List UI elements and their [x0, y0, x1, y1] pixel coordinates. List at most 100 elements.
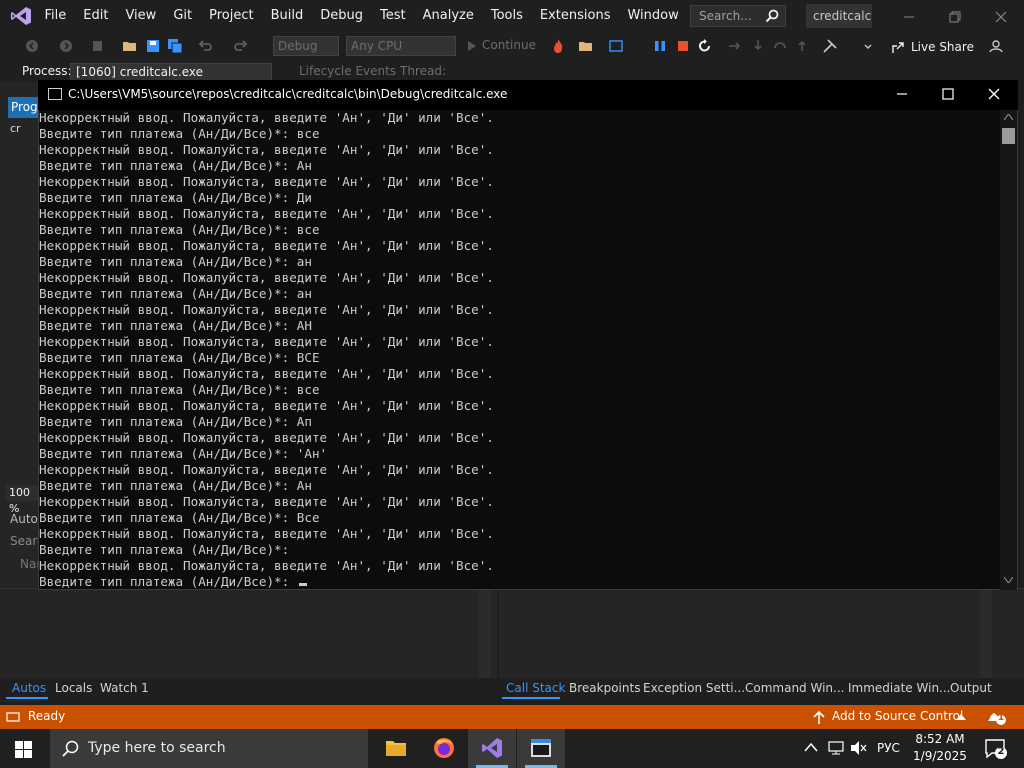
zoom-level[interactable]: 100 % [6, 485, 40, 515]
open-folder-icon[interactable] [122, 38, 138, 54]
console-line: Введите тип платежа (Ан/Ди/Все)*: ан [39, 286, 312, 301]
console-line: Некорректный ввод. Пожалуйста, введите '… [39, 270, 494, 285]
step-into-icon[interactable] [750, 38, 766, 54]
visual-studio-taskbar-button[interactable] [468, 729, 516, 768]
console-app-icon [531, 739, 551, 757]
step-out-icon[interactable] [794, 38, 810, 54]
tab-autos[interactable]: Autos [12, 681, 46, 695]
restore-icon [949, 11, 961, 23]
active-tab-indicator [6, 697, 48, 699]
search-placeholder: Search... [699, 9, 752, 23]
console-line: Некорректный ввод. Пожалуйста, введите '… [39, 526, 494, 541]
notification-count: 1 [997, 713, 1005, 723]
network-icon[interactable] [828, 740, 844, 756]
live-share-button[interactable]: Live Share [911, 40, 974, 54]
console-scroll-thumb[interactable] [1002, 128, 1015, 144]
feedback-icon[interactable] [988, 38, 1004, 54]
continue-play-icon[interactable] [464, 38, 480, 54]
scroll-down-icon[interactable] [1004, 577, 1013, 583]
restore-button[interactable] [932, 0, 978, 32]
continue-button[interactable]: Continue [482, 38, 536, 52]
console-scrollbar[interactable] [1000, 110, 1017, 590]
call-stack-scrollbar[interactable] [980, 589, 992, 679]
console-line: Некорректный ввод. Пожалуйста, введите '… [39, 430, 494, 445]
console-output[interactable]: Некорректный ввод. Пожалуйста, введите '… [39, 110, 1001, 590]
tab-immediate-window[interactable]: Immediate Win... [848, 681, 951, 695]
tab-watch-1[interactable]: Watch 1 [100, 681, 149, 695]
solution-item[interactable]: cr [10, 122, 21, 135]
file-explorer-icon [386, 741, 406, 756]
solution-name-badge[interactable]: creditcalc [806, 4, 872, 28]
redo-icon[interactable] [232, 38, 248, 54]
menu-git[interactable]: Git [165, 0, 201, 32]
menu-project[interactable]: Project [201, 0, 262, 32]
process-dropdown[interactable]: [1060] creditcalc.exe [70, 63, 272, 81]
tools-icon[interactable] [822, 38, 838, 54]
console-line: Некорректный ввод. Пожалуйста, введите '… [39, 238, 494, 253]
input-language-indicator[interactable]: РУС [877, 741, 900, 755]
minimize-button[interactable] [886, 0, 932, 32]
add-to-source-control-button[interactable]: Add to Source Control [832, 709, 963, 723]
tab-output[interactable]: Output [950, 681, 992, 695]
menu-window[interactable]: Window [619, 0, 687, 32]
undo-icon[interactable] [198, 38, 214, 54]
forward-icon[interactable] [58, 38, 74, 54]
toolbar-options-icon[interactable] [860, 38, 876, 54]
scroll-up-icon[interactable] [1004, 114, 1013, 120]
console-line: Некорректный ввод. Пожалуйста, введите '… [39, 398, 494, 413]
firefox-button[interactable] [420, 729, 468, 768]
autos-scrollbar[interactable] [479, 589, 491, 679]
console-line: Введите тип платежа (Ан/Ди/Все)*: Ан [39, 478, 312, 493]
platform-dropdown[interactable]: Any CPU [346, 36, 456, 56]
call-stack-panel [499, 588, 1024, 679]
console-taskbar-button[interactable] [517, 729, 565, 768]
program-tab[interactable]: Progr [8, 97, 40, 118]
open-folder-icon[interactable] [578, 38, 594, 54]
menu-view[interactable]: View [117, 0, 165, 32]
tab-breakpoints[interactable]: Breakpoints [569, 681, 640, 695]
menu-edit[interactable]: Edit [75, 0, 117, 32]
restart-icon[interactable] [697, 38, 713, 54]
tab-locals[interactable]: Locals [55, 681, 92, 695]
menu-debug[interactable]: Debug [312, 0, 372, 32]
save-icon[interactable] [145, 38, 161, 54]
hot-reload-flame-icon[interactable] [550, 38, 566, 54]
menu-analyze[interactable]: Analyze [414, 0, 482, 32]
live-share-icon[interactable] [890, 40, 906, 56]
lifecycle-events-button[interactable]: Lifecycle Events [299, 64, 396, 78]
step-over-icon[interactable] [772, 38, 788, 54]
action-center-count: 2 [997, 746, 1005, 757]
tab-exception-settings[interactable]: Exception Setti... [643, 681, 745, 695]
tab-command-window[interactable]: Command Win... [745, 681, 844, 695]
console-cursor [298, 583, 307, 586]
pause-icon[interactable] [652, 38, 668, 54]
volume-muted-icon[interactable] [850, 740, 868, 756]
stop-icon[interactable] [675, 38, 691, 54]
show-hidden-icons-icon[interactable] [804, 742, 818, 752]
menu-build[interactable]: Build [262, 0, 312, 32]
windows-start-icon[interactable] [15, 741, 32, 758]
close-button[interactable] [978, 0, 1024, 32]
back-icon[interactable] [24, 38, 40, 54]
show-next-statement-icon[interactable] [727, 38, 743, 54]
search-icon [765, 9, 779, 23]
configuration-dropdown[interactable]: Debug [273, 36, 339, 56]
console-line: Введите тип платежа (Ан/Ди/Все)*: ан [39, 254, 312, 269]
taskbar-search-input[interactable]: Type here to search [50, 729, 368, 768]
thread-label: Thread: [400, 64, 447, 78]
file-explorer-button[interactable] [372, 729, 420, 768]
menu-test[interactable]: Test [372, 0, 415, 32]
menu-tools[interactable]: Tools [482, 0, 531, 32]
save-all-icon[interactable] [167, 38, 183, 54]
console-close-button[interactable] [970, 80, 1016, 108]
menu-extensions[interactable]: Extensions [531, 0, 619, 32]
console-line: Некорректный ввод. Пожалуйста, введите '… [39, 142, 494, 157]
tab-call-stack[interactable]: Call Stack [506, 681, 565, 695]
menu-file[interactable]: File [36, 0, 75, 32]
new-item-icon[interactable] [90, 38, 106, 54]
console-minimize-button[interactable] [878, 80, 924, 108]
taskbar-clock[interactable]: 8:52 AM 1/9/2025 [910, 731, 970, 765]
console-maximize-button[interactable] [924, 80, 970, 108]
browser-link-icon[interactable] [608, 38, 624, 54]
search-input[interactable]: Search... [690, 5, 786, 27]
